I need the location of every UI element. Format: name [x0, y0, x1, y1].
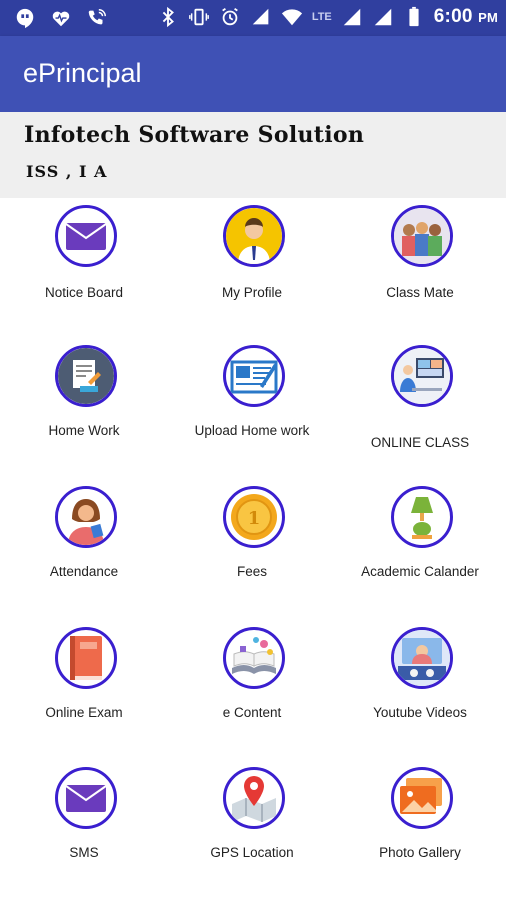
envelope-icon	[55, 767, 117, 829]
vibrate-icon	[188, 6, 210, 28]
signal-icon-1	[341, 6, 363, 28]
envelope-icon	[55, 205, 117, 267]
upload-homework-icon	[223, 345, 285, 407]
clock: 6:00 PM	[433, 6, 498, 27]
menu-academic-calander[interactable]: Academic Calander	[336, 486, 504, 616]
menu-label: ONLINE CLASS	[370, 435, 470, 450]
alarm-icon	[219, 6, 241, 28]
menu-label: Attendance	[49, 564, 119, 579]
status-bar: LTE 6:00 PM	[0, 0, 506, 36]
menu-label: e Content	[222, 705, 282, 720]
school-class: ISS , I A	[26, 162, 108, 181]
health-heart-icon	[50, 7, 72, 29]
menu-label: Youtube Videos	[373, 705, 467, 720]
book-icon	[55, 627, 117, 689]
phone-wifi-icon	[86, 7, 108, 29]
coin-icon: 1	[223, 486, 285, 548]
battery-icon	[403, 6, 425, 28]
menu-label: Notice Board	[44, 285, 124, 300]
menu-label: Fees	[236, 564, 267, 579]
lamp-icon	[391, 486, 453, 548]
menu-youtube-videos[interactable]: Youtube Videos	[336, 627, 504, 757]
homework-icon	[55, 345, 117, 407]
menu-notice-board[interactable]: Notice Board	[0, 205, 168, 335]
school-name: Infotech Software Solution	[24, 122, 365, 148]
menu-label: Upload Home work	[194, 423, 310, 438]
attendance-icon	[55, 486, 117, 548]
menu-label: Online Exam	[45, 705, 123, 720]
menu-label: Home Work	[48, 423, 120, 438]
menu-e-content[interactable]: e Content	[168, 627, 336, 757]
online-class-icon	[391, 345, 453, 407]
gallery-icon	[391, 767, 453, 829]
open-book-icon	[223, 627, 285, 689]
menu-fees[interactable]: 1 Fees	[168, 486, 336, 616]
menu-label: SMS	[69, 845, 99, 860]
menu-sms[interactable]: SMS	[0, 767, 168, 897]
menu-class-mate[interactable]: Class Mate	[336, 205, 504, 335]
app-title: ePrincipal	[23, 58, 142, 88]
menu-photo-gallery[interactable]: Photo Gallery	[336, 767, 504, 897]
video-icon	[391, 627, 453, 689]
signal-icon-2	[372, 6, 394, 28]
school-header: Infotech Software Solution ISS , I A	[0, 112, 506, 198]
lte-label: LTE	[311, 11, 332, 23]
menu-label: Academic Calander	[361, 564, 479, 579]
profile-icon	[223, 205, 285, 267]
app-bar: ePrincipal	[0, 36, 506, 112]
bluetooth-icon	[157, 6, 179, 28]
svg-text:1: 1	[248, 508, 261, 529]
menu-my-profile[interactable]: My Profile	[168, 205, 336, 335]
menu-attendance[interactable]: Attendance	[0, 486, 168, 616]
menu-gps-location[interactable]: GPS Location	[168, 767, 336, 897]
menu-online-class[interactable]: ONLINE CLASS	[336, 345, 504, 475]
menu-label: Photo Gallery	[379, 845, 461, 860]
signal-4g-icon	[250, 6, 272, 28]
wifi-icon	[281, 6, 303, 28]
menu-home-work[interactable]: Home Work	[0, 345, 168, 475]
classmates-icon	[391, 205, 453, 267]
menu-label: My Profile	[221, 285, 282, 300]
menu-online-exam[interactable]: Online Exam	[0, 627, 168, 757]
menu-label: Class Mate	[386, 285, 454, 300]
hangouts-icon	[14, 7, 36, 29]
map-pin-icon	[223, 767, 285, 829]
menu-upload-home-work[interactable]: Upload Home work	[168, 345, 336, 475]
menu-label: GPS Location	[210, 845, 294, 860]
